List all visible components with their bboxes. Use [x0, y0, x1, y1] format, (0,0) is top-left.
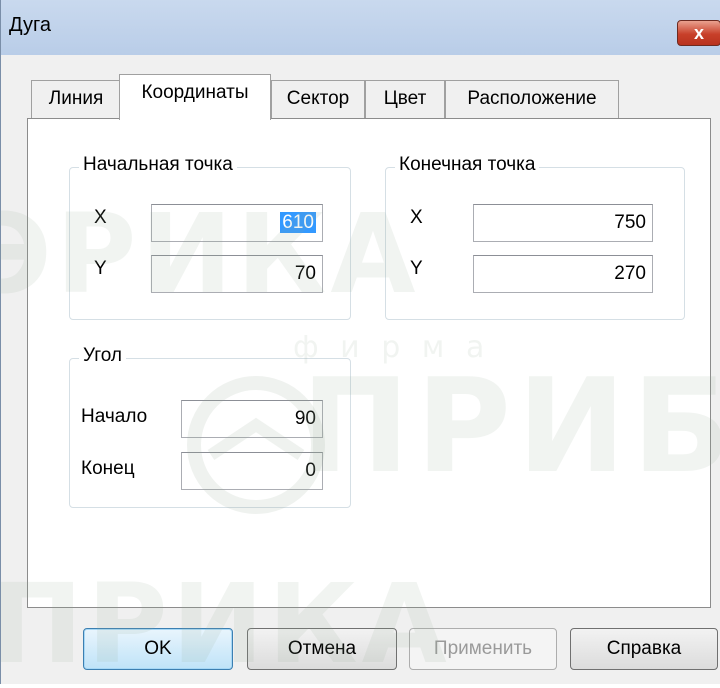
- apply-button[interactable]: Применить: [409, 628, 557, 670]
- cancel-button[interactable]: Отмена: [247, 628, 397, 670]
- angle-end-label: Конец: [81, 458, 135, 479]
- ok-button[interactable]: OK: [83, 628, 233, 670]
- angle-start-input[interactable]: 90: [181, 400, 323, 438]
- start-point-title: Начальная точка: [79, 154, 237, 176]
- help-button[interactable]: Справка: [570, 628, 718, 670]
- end-point-group: [385, 167, 685, 320]
- end-y-input[interactable]: 270: [473, 255, 653, 293]
- window-title: Дуга: [9, 14, 51, 36]
- tab-sector[interactable]: Сектор: [271, 80, 365, 118]
- start-x-input[interactable]: 610: [151, 204, 323, 242]
- end-y-label: Y: [410, 258, 423, 279]
- angle-end-input[interactable]: 0: [181, 452, 323, 490]
- end-x-label: X: [410, 207, 423, 228]
- tab-coordinates[interactable]: Координаты: [119, 74, 271, 120]
- tab-color[interactable]: Цвет: [365, 80, 445, 118]
- end-x-input[interactable]: 750: [473, 204, 653, 242]
- tab-line[interactable]: Линия: [31, 80, 121, 118]
- angle-title: Угол: [79, 345, 126, 367]
- dialog-window: Дуга x Линия Координаты Сектор Цвет Расп…: [0, 0, 720, 688]
- start-x-label: X: [94, 207, 107, 228]
- title-bar[interactable]: Дуга x: [1, 0, 720, 55]
- close-icon: x: [693, 23, 704, 43]
- tab-position[interactable]: Расположение: [445, 80, 619, 118]
- end-point-title: Конечная точка: [395, 154, 540, 176]
- angle-start-label: Начало: [81, 406, 148, 427]
- start-point-group: [69, 167, 351, 320]
- start-y-input[interactable]: 70: [151, 255, 323, 293]
- close-button[interactable]: x: [677, 20, 720, 46]
- start-y-label: Y: [94, 258, 107, 279]
